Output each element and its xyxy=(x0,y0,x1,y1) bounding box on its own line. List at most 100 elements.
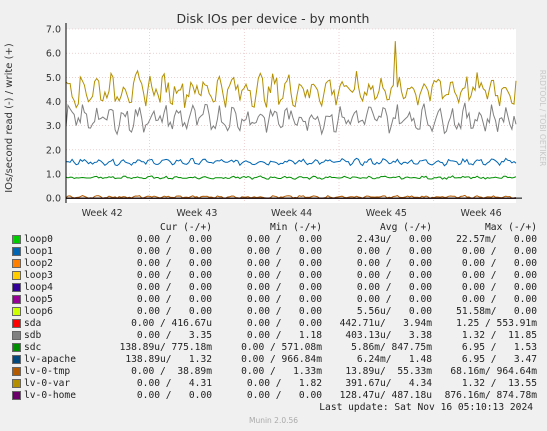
legend-cur: 138.89u/ 775.18m xyxy=(119,342,212,353)
legend-row-loop6: loop6 0.00 / 0.00 0.00 / 0.00 5.56u/ 0.00 51… xyxy=(12,306,537,318)
legend-max: 1.32 / 11.85 xyxy=(461,330,537,341)
legend-avg: 2.43u/ 0.00 xyxy=(356,234,432,245)
legend-max: 6.95 / 1.53 xyxy=(461,342,537,353)
header-cur: Cur (-/+) xyxy=(160,222,212,233)
legend-max: 0.00 / 0.00 xyxy=(461,294,537,305)
legend-row-sdb: sdb 0.00 / 3.35 0.00 / 1.18 403.13u/ 3.38 1.… xyxy=(12,330,537,342)
legend-row-loop0: loop0 0.00 / 0.00 0.00 / 0.00 2.43u/ 0.00 22… xyxy=(12,234,537,246)
legend-row-loop3: loop3 0.00 / 0.00 0.00 / 0.00 0.00 / 0.00 0.… xyxy=(12,270,537,282)
last-update-text: Last update: Sat Nov 16 05:10:13 2024 xyxy=(319,402,533,413)
y-tick-label: 3.0 xyxy=(46,121,61,132)
legend-swatch xyxy=(12,234,21,244)
legend-row-lv-apache: lv-apache 138.89u/ 1.32 0.00 / 966.84m 6.24… xyxy=(12,354,537,366)
munin-version: Munin 2.0.56 xyxy=(248,416,299,425)
y-tick-label: 4.0 xyxy=(46,97,61,108)
y-tick-label: 5.0 xyxy=(46,73,61,84)
legend-row-sdc: sdc 138.89u/ 775.18m 0.00 / 571.08m 5.86m/ … xyxy=(12,342,537,354)
legend-min: 0.00 / 0.00 xyxy=(246,246,322,257)
legend-name: sdc xyxy=(24,342,42,353)
legend-avg: 0.00 / 0.00 xyxy=(356,246,432,257)
y-tick-label: 2.0 xyxy=(46,145,61,156)
header-min: Min (-/+) xyxy=(270,222,322,233)
legend-name: loop6 xyxy=(24,306,53,317)
x-tick-label: Week 45 xyxy=(366,208,407,219)
legend-max: 876.16m/ 874.78m xyxy=(444,390,537,401)
legend-avg: 0.00 / 0.00 xyxy=(356,294,432,305)
legend-name: loop4 xyxy=(24,282,53,293)
legend-row-loop4: loop4 0.00 / 0.00 0.00 / 0.00 0.00 / 0.00 0.… xyxy=(12,282,537,294)
legend-name: lv-0-tmp xyxy=(24,366,71,377)
y-tick-label: 1.0 xyxy=(46,170,61,181)
rrdtool-watermark: RRDTOOL / TOBI OETIKER xyxy=(538,70,547,167)
legend-name: lv-0-home xyxy=(24,390,76,401)
legend-avg: 5.86m/ 847.75m xyxy=(351,342,432,353)
legend-max: 1.25 / 553.91m xyxy=(456,318,537,329)
legend-min: 0.00 / 0.00 xyxy=(246,258,322,269)
legend-cur: 0.00 / 0.00 xyxy=(136,306,212,317)
legend-avg: 0.00 / 0.00 xyxy=(356,258,432,269)
legend-cur: 0.00 / 0.00 xyxy=(136,270,212,281)
legend-header-row: Cur (-/+) Min (-/+) Avg (-/+) Max (-/+) xyxy=(12,222,537,234)
x-tick-labels: Week 42 Week 43 Week 44 Week 45 Week 46 xyxy=(82,208,502,219)
disk-io-chart: Disk IOs per device - by month IOs/secon… xyxy=(4,11,547,219)
legend-cur: 138.89u/ 1.32 xyxy=(125,354,212,365)
legend-row-lv-0-home: lv-0-home 0.00 / 0.00 0.00 / 0.00 128.47u/ … xyxy=(12,390,537,402)
legend-avg: 6.24m/ 1.48 xyxy=(356,354,432,365)
legend-swatch xyxy=(12,342,21,352)
y-tick-label: 0.0 xyxy=(46,194,61,205)
legend-avg: 5.56u/ 0.00 xyxy=(356,306,432,317)
legend-cur: 0.00 / 0.00 xyxy=(136,390,212,401)
legend-max: 1.32 / 13.55 xyxy=(461,378,537,389)
legend-swatch xyxy=(12,366,21,376)
legend-max: 68.16m/ 964.64m xyxy=(450,366,537,377)
legend-cur: 0.00 / 4.31 xyxy=(136,378,212,389)
legend-swatch xyxy=(12,258,21,268)
legend-max: 51.58m/ 0.00 xyxy=(456,306,537,317)
legend-min: 0.00 / 0.00 xyxy=(246,390,322,401)
x-tick-label: Week 46 xyxy=(461,208,502,219)
legend-cur: 0.00 / 0.00 xyxy=(136,258,212,269)
legend-max: 0.00 / 0.00 xyxy=(461,282,537,293)
legend-swatch xyxy=(12,390,21,400)
legend-name: lv-apache xyxy=(24,354,76,365)
header-avg: Avg (-/+) xyxy=(380,222,432,233)
legend-min: 0.00 / 1.82 xyxy=(246,378,322,389)
legend-name: loop1 xyxy=(24,246,53,257)
legend-avg: 403.13u/ 3.38 xyxy=(345,330,432,341)
legend-row-lv-0-tmp: lv-0-tmp 0.00 / 38.89m 0.00 / 1.33m 13.89u/… xyxy=(12,366,537,378)
legend-swatch xyxy=(12,270,21,280)
legend-min: 0.00 / 0.00 xyxy=(246,294,322,305)
legend-min: 0.00 / 1.18 xyxy=(246,330,322,341)
legend-swatch xyxy=(12,330,21,340)
legend-min: 0.00 / 0.00 xyxy=(246,282,322,293)
legend-avg: 391.67u/ 4.34 xyxy=(345,378,432,389)
x-tick-label: Week 42 xyxy=(82,208,123,219)
y-tick-label: 7.0 xyxy=(46,25,61,36)
legend-min: 0.00 / 966.84m xyxy=(241,354,322,365)
legend-avg: 442.71u/ 3.94m xyxy=(339,318,432,329)
legend-avg: 13.89u/ 55.33m xyxy=(345,366,432,377)
y-axis-label: IOs/second read (-) / write (+) xyxy=(4,43,15,193)
header-max: Max (-/+) xyxy=(485,222,537,233)
legend-cur: 0.00 / 0.00 xyxy=(136,282,212,293)
legend-name: loop0 xyxy=(24,234,53,245)
legend-avg: 128.47u/ 487.18u xyxy=(339,390,432,401)
legend-cur: 0.00 / 0.00 xyxy=(136,294,212,305)
legend-swatch xyxy=(12,282,21,292)
legend-max: 6.95 / 3.47 xyxy=(461,354,537,365)
legend-min: 0.00 / 0.00 xyxy=(246,306,322,317)
legend-min: 0.00 / 0.00 xyxy=(246,234,322,245)
legend-swatch xyxy=(12,246,21,256)
chart-title: Disk IOs per device - by month xyxy=(177,11,370,26)
legend-cur: 0.00 / 0.00 xyxy=(136,246,212,257)
legend-max: 22.57m/ 0.00 xyxy=(456,234,537,245)
legend-name: sdb xyxy=(24,330,42,341)
x-tick-label: Week 44 xyxy=(271,208,312,219)
legend-max: 0.00 / 0.00 xyxy=(461,270,537,281)
legend-name: lv-0-var xyxy=(24,378,71,389)
legend-row-loop2: loop2 0.00 / 0.00 0.00 / 0.00 0.00 / 0.00 0.… xyxy=(12,258,537,270)
legend-name: loop2 xyxy=(24,258,53,269)
y-tick-label: 6.0 xyxy=(46,49,61,60)
y-tick-labels: 0.0 1.0 2.0 3.0 4.0 5.0 6.0 7.0 xyxy=(46,25,61,205)
legend-avg: 0.00 / 0.00 xyxy=(356,270,432,281)
